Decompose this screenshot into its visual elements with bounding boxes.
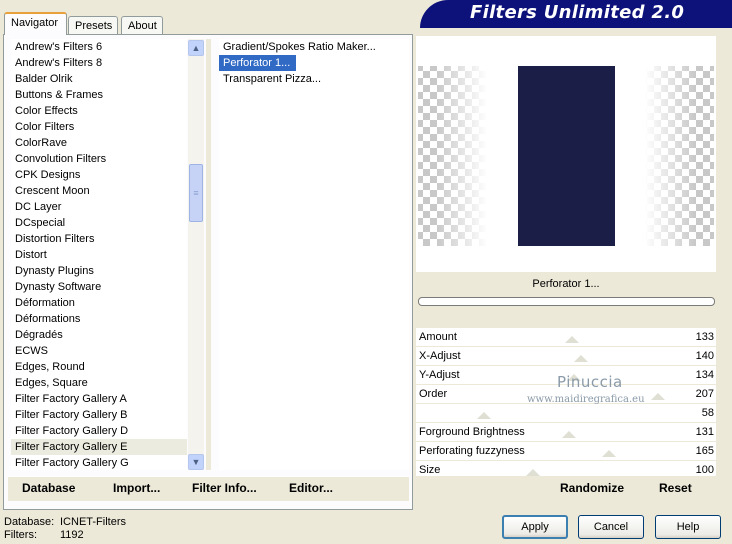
- slider-thumb-icon[interactable]: [651, 393, 665, 400]
- scroll-thumb[interactable]: ≡: [189, 164, 203, 222]
- param-value: 134: [695, 369, 714, 381]
- slider-thumb-icon[interactable]: [562, 431, 576, 438]
- param-slider[interactable]: X-Adjust 140: [416, 347, 716, 366]
- slider-thumb-icon[interactable]: [526, 469, 540, 476]
- import-button[interactable]: Import...: [113, 481, 160, 495]
- category-item[interactable]: Déformations: [11, 311, 187, 327]
- category-item[interactable]: Dégradés: [11, 327, 187, 343]
- category-item[interactable]: Buttons & Frames: [11, 87, 187, 103]
- param-slider[interactable]: Perforating fuzzyness 165: [416, 442, 716, 461]
- param-slider[interactable]: Amount 133: [416, 328, 716, 347]
- slider-thumb-icon[interactable]: [574, 355, 588, 362]
- param-value: 165: [695, 445, 714, 457]
- database-value: ICNET-Filters: [60, 516, 126, 528]
- cancel-button[interactable]: Cancel: [578, 515, 644, 539]
- param-label: Amount: [419, 331, 457, 343]
- tab-about[interactable]: About: [121, 16, 163, 34]
- category-item[interactable]: Filter Factory Gallery B: [11, 407, 187, 423]
- category-item[interactable]: DCspecial: [11, 215, 187, 231]
- category-item[interactable]: Dynasty Software: [11, 279, 187, 295]
- category-item-selected[interactable]: Filter Factory Gallery E: [11, 439, 187, 455]
- param-label: Y-Adjust: [419, 369, 460, 381]
- filter-item[interactable]: Gradient/Spokes Ratio Maker...: [219, 39, 409, 55]
- category-item[interactable]: Edges, Round: [11, 359, 187, 375]
- category-item[interactable]: Distortion Filters: [11, 231, 187, 247]
- category-item[interactable]: CPK Designs: [11, 167, 187, 183]
- category-item[interactable]: Filter Factory Gallery D: [11, 423, 187, 439]
- category-scrollbar[interactable]: ▲ ≡ ▼: [188, 39, 204, 470]
- param-slider[interactable]: Forground Brightness 131: [416, 423, 716, 442]
- param-label: Forground Brightness: [419, 426, 525, 438]
- category-item[interactable]: Distort: [11, 247, 187, 263]
- slider-thumb-icon[interactable]: [477, 412, 491, 419]
- param-label: Perforating fuzzyness: [419, 445, 525, 457]
- category-list[interactable]: Andrew's Filters 6 Andrew's Filters 8 Ba…: [11, 39, 187, 470]
- app-title: Filters Unlimited 2.0: [470, 2, 685, 23]
- category-item[interactable]: Color Filters: [11, 119, 187, 135]
- slider-thumb-icon[interactable]: [565, 336, 579, 343]
- reset-button[interactable]: Reset: [659, 481, 692, 495]
- randomize-button[interactable]: Randomize: [560, 481, 624, 495]
- category-item[interactable]: Déformation: [11, 295, 187, 311]
- param-value: 131: [695, 426, 714, 438]
- category-item[interactable]: Filter Factory Gallery G: [11, 455, 187, 470]
- watermark-name: Pinuccia: [557, 373, 623, 391]
- category-item[interactable]: Andrew's Filters 6: [11, 39, 187, 55]
- editor-button[interactable]: Editor...: [289, 481, 333, 495]
- slider-thumb-icon[interactable]: [602, 450, 616, 457]
- preview-image: [418, 66, 714, 246]
- param-value: 58: [701, 407, 714, 419]
- category-item[interactable]: Convolution Filters: [11, 151, 187, 167]
- category-item[interactable]: Color Effects: [11, 103, 187, 119]
- scroll-down-icon[interactable]: ▼: [188, 454, 204, 470]
- filters-label: Filters:: [4, 529, 37, 541]
- category-item[interactable]: Edges, Square: [11, 375, 187, 391]
- filter-item[interactable]: Transparent Pizza...: [219, 71, 409, 87]
- watermark-url: www.maidiregrafica.eu: [527, 394, 645, 405]
- category-item[interactable]: Dynasty Plugins: [11, 263, 187, 279]
- help-button[interactable]: Help: [655, 515, 721, 539]
- param-slider[interactable]: 58: [416, 404, 716, 423]
- progress-bar: [418, 297, 715, 306]
- category-item[interactable]: ECWS: [11, 343, 187, 359]
- tab-presets[interactable]: Presets: [68, 16, 118, 34]
- category-item[interactable]: Balder Olrik: [11, 71, 187, 87]
- param-value: 133: [695, 331, 714, 343]
- filter-item-selected[interactable]: Perforator 1...: [219, 55, 297, 71]
- param-label: X-Adjust: [419, 350, 461, 362]
- preview-area: [416, 36, 716, 272]
- filters-count: 1192: [60, 529, 84, 541]
- database-label: Database:: [4, 516, 55, 528]
- param-value: 140: [695, 350, 714, 362]
- param-label: Order: [419, 388, 448, 400]
- database-button[interactable]: Database: [22, 481, 75, 495]
- param-value: 207: [695, 388, 714, 400]
- filter-info-button[interactable]: Filter Info...: [192, 481, 257, 495]
- category-item[interactable]: Filter Factory Gallery A: [11, 391, 187, 407]
- category-item[interactable]: Crescent Moon: [11, 183, 187, 199]
- category-item[interactable]: DC Layer: [11, 199, 187, 215]
- tab-navigator[interactable]: Navigator: [4, 12, 67, 35]
- preview-filter-name: Perforator 1...: [416, 272, 716, 296]
- apply-button[interactable]: Apply: [502, 515, 568, 539]
- list-divider: [206, 39, 211, 470]
- category-item[interactable]: Andrew's Filters 8: [11, 55, 187, 71]
- category-item[interactable]: ColorRave: [11, 135, 187, 151]
- scroll-up-icon[interactable]: ▲: [188, 40, 204, 56]
- filter-list[interactable]: Gradient/Spokes Ratio Maker... Perforato…: [219, 39, 409, 470]
